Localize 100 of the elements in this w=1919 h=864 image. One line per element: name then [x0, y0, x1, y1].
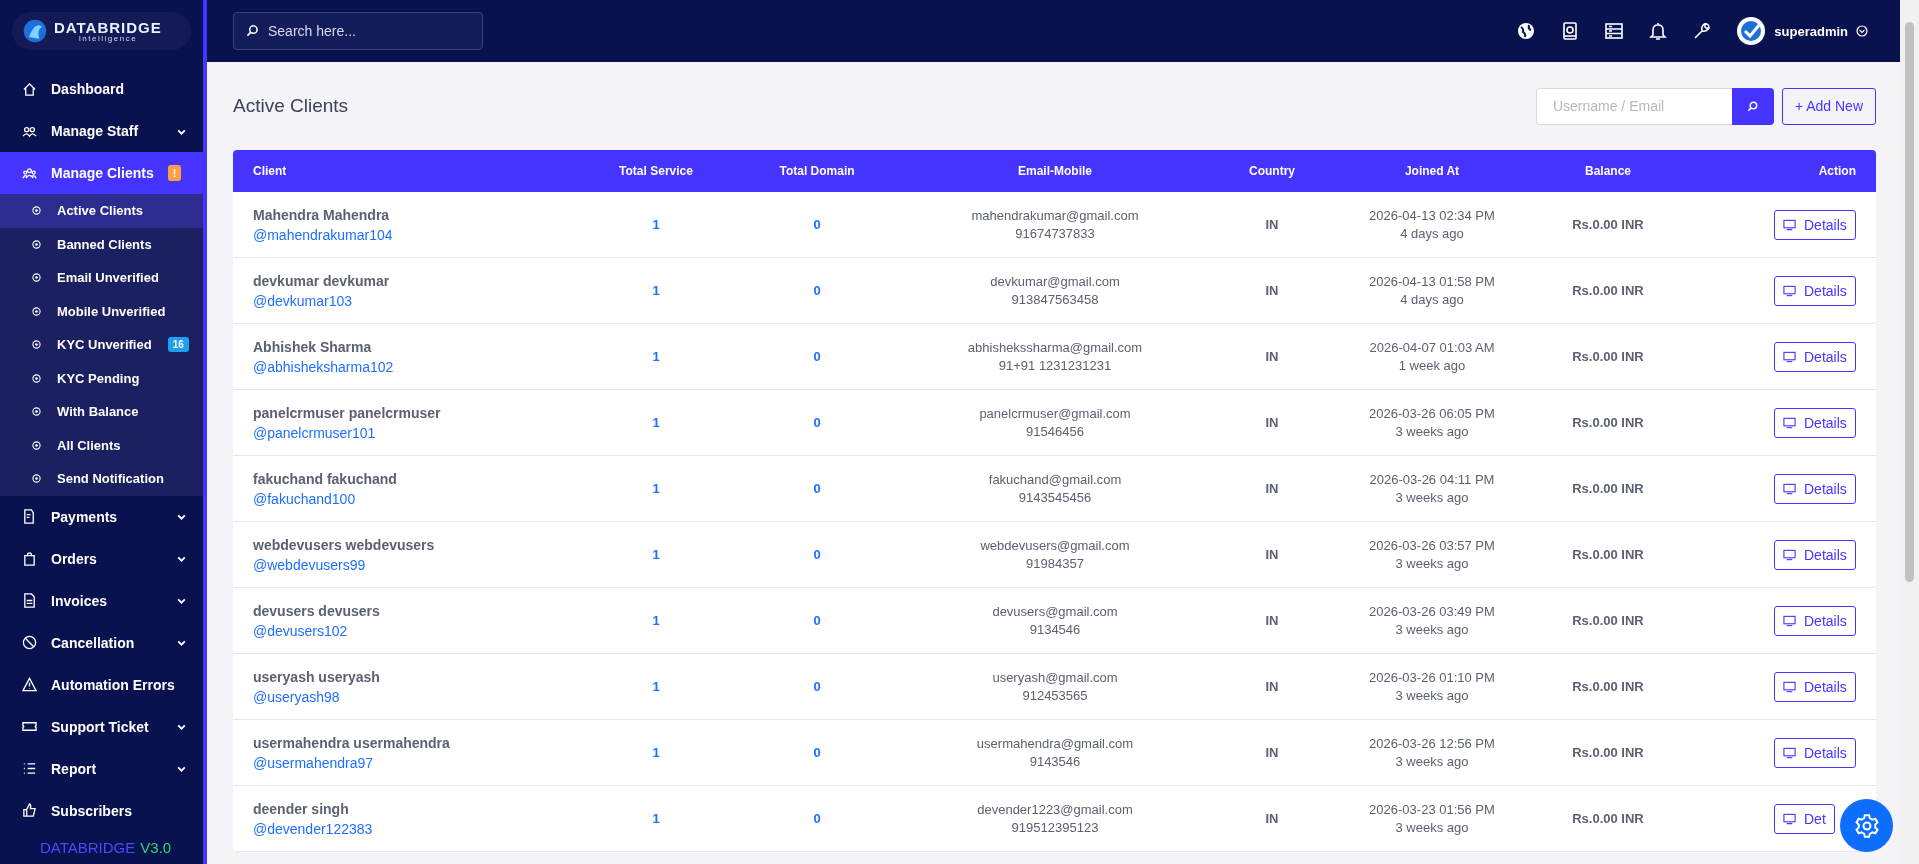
username-link[interactable]: @fakuchand100: [253, 490, 397, 507]
sidebar-item[interactable]: Payments: [0, 495, 203, 538]
filter-field[interactable]: Username / Email: [1535, 87, 1732, 125]
add-new-button[interactable]: + Add New: [1781, 87, 1876, 125]
country-code: IN: [1265, 217, 1279, 232]
column-header: Total Service: [619, 164, 693, 178]
search-field[interactable]: Search here...: [233, 12, 483, 50]
country-code: IN: [1265, 679, 1279, 694]
details-button[interactable]: Details: [1774, 605, 1856, 636]
details-button[interactable]: Details: [1774, 407, 1856, 438]
username-link[interactable]: @webdevusers99: [253, 556, 435, 573]
mobile-text: 913847563458: [1011, 292, 1099, 307]
sidebar-subitem[interactable]: Email Unverified: [0, 261, 203, 295]
email-text: usermahendra@gmail.com: [976, 736, 1134, 751]
country-code: IN: [1265, 349, 1279, 364]
balance-amount: Rs.0.00 INR: [1572, 745, 1644, 760]
column-header: Balance: [1585, 164, 1631, 178]
relative-time: 4 days ago: [1400, 226, 1464, 241]
username-link[interactable]: @devkumar103: [253, 292, 390, 309]
details-button[interactable]: Details: [1774, 473, 1856, 504]
mobile-text: 91674737833: [1015, 226, 1095, 241]
details-button[interactable]: Details: [1774, 737, 1856, 768]
sidebar-item[interactable]: Manage Staff: [0, 110, 203, 152]
username-link[interactable]: @panelcrmuser101: [253, 424, 441, 441]
email-text: devkumar@gmail.com: [990, 274, 1120, 289]
monitor-icon: [1783, 680, 1796, 693]
balance-amount: Rs.0.00 INR: [1572, 283, 1644, 298]
details-button[interactable]: Details: [1774, 275, 1856, 306]
sidebar-subitem[interactable]: With Balance: [0, 395, 203, 429]
sidebar-subitem[interactable]: Mobile Unverified: [0, 294, 203, 328]
logo[interactable]: DATABRIDGE Intelligence: [12, 12, 191, 50]
user-menu[interactable]: superadmin: [1736, 16, 1868, 46]
balance-amount: Rs.0.00 INR: [1572, 415, 1644, 430]
domain-count: 0: [813, 283, 821, 298]
sidebar-subitem[interactable]: Send Notification: [0, 462, 203, 496]
column-header: Email-Mobile: [1018, 164, 1092, 178]
mobile-text: 912453565: [1022, 688, 1088, 703]
mobile-text: 91984357: [1026, 556, 1084, 571]
client-name: panelcrmuser panelcrmuser: [253, 404, 441, 421]
sidebar-item[interactable]: Support Ticket: [0, 705, 203, 748]
joined-date: 2026-03-26 04:11 PM: [1369, 472, 1495, 487]
relative-time: 3 weeks ago: [1395, 820, 1469, 835]
joined-date: 2026-03-23 01:56 PM: [1369, 802, 1495, 817]
version-name: DATABRIDGE: [40, 839, 136, 856]
details-button[interactable]: Details: [1774, 671, 1856, 702]
brand-tagline: Intelligence: [77, 34, 139, 43]
mobile-text: 91546456: [1026, 424, 1084, 439]
monitor-icon: [1783, 350, 1796, 363]
sidebar-subitem[interactable]: KYC Unverified 16: [0, 328, 203, 362]
sidebar-item[interactable]: Manage Clients !: [0, 152, 203, 194]
sidebar-subitem[interactable]: Active Clients: [0, 194, 203, 228]
client-name: devusers devusers: [253, 602, 380, 619]
domain-count: 0: [813, 679, 821, 694]
server-icon[interactable]: [1604, 21, 1625, 41]
sidebar-item[interactable]: Invoices: [0, 579, 203, 622]
page-title: Active Clients: [233, 95, 349, 117]
email-text: devusers@gmail.com: [992, 604, 1118, 619]
service-count: 1: [652, 349, 660, 364]
circle-dot-icon: [32, 474, 41, 484]
sidebar-item[interactable]: Automation Errors: [0, 663, 203, 706]
country-code: IN: [1265, 283, 1279, 298]
monitor-icon: [1783, 482, 1796, 495]
search-icon: [1746, 99, 1760, 113]
balance-amount: Rs.0.00 INR: [1572, 811, 1644, 826]
search-button[interactable]: [1731, 87, 1774, 125]
details-button[interactable]: Details: [1774, 341, 1856, 372]
monitor-icon: [1783, 218, 1796, 231]
username-link[interactable]: @devusers102: [253, 622, 380, 639]
column-header: Action: [1818, 164, 1856, 178]
sidebar-subitem[interactable]: All Clients: [0, 428, 203, 462]
thumb-icon: [22, 803, 37, 818]
email-text: abhishekssharma@gmail.com: [967, 340, 1143, 355]
sidebar-item[interactable]: Report: [0, 747, 203, 790]
username-link[interactable]: @mahendrakumar104: [253, 226, 393, 243]
username-link[interactable]: @abhisheksharma102: [253, 358, 394, 375]
circle-dot-icon: [32, 373, 41, 383]
globe-icon[interactable]: [1516, 21, 1537, 41]
sidebar-item[interactable]: Orders: [0, 537, 203, 580]
sidebar-subitem[interactable]: KYC Pending: [0, 361, 203, 395]
client-name: deender singh: [253, 800, 350, 817]
joined-date: 2026-03-26 01:10 PM: [1369, 670, 1495, 685]
details-button[interactable]: Det: [1774, 803, 1835, 834]
username-link[interactable]: @devender122383: [253, 820, 373, 837]
sidebar-item[interactable]: Subscribers: [0, 789, 203, 832]
notification-bell-icon[interactable]: [1648, 21, 1669, 41]
details-button[interactable]: Details: [1774, 539, 1856, 570]
circle-dot-icon: [32, 407, 41, 417]
scrollbar[interactable]: [1900, 0, 1919, 864]
relative-time: 3 weeks ago: [1395, 490, 1469, 505]
search-icon: [246, 24, 259, 37]
joined-date: 2026-03-26 06:05 PM: [1369, 406, 1495, 421]
sidebar-item[interactable]: Dashboard: [0, 68, 203, 110]
details-button[interactable]: Details: [1774, 209, 1856, 240]
sidebar-subitem[interactable]: Banned Clients: [0, 227, 203, 261]
circle-dot-icon: [32, 306, 41, 316]
username-link[interactable]: @usermahendra97: [253, 754, 450, 771]
mobile-text: 91+91 1231231231: [998, 358, 1112, 373]
sidebar-item[interactable]: Cancellation: [0, 621, 203, 664]
username-link[interactable]: @useryash98: [253, 688, 380, 705]
mobile-text: 9143545456: [1018, 490, 1092, 505]
